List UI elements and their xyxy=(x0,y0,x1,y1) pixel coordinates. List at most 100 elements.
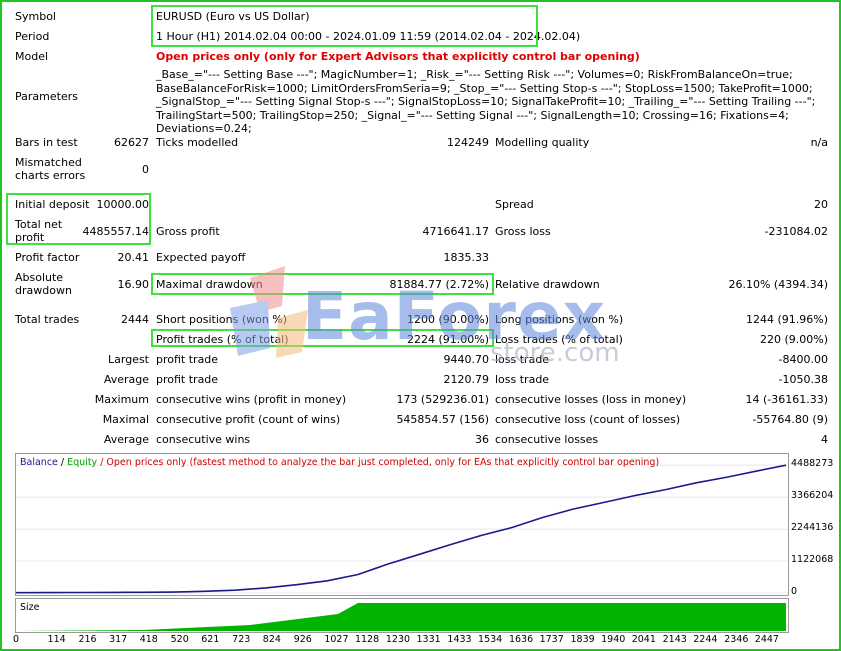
total-net-profit-value: 4485557.14 xyxy=(82,225,149,238)
x-tick-label: 1230 xyxy=(385,634,411,645)
profit-factor-value: 20.41 xyxy=(117,251,150,264)
maximal-consec-loss-label: consecutive loss (count of losses) xyxy=(495,413,681,426)
profit-trades-value: 2224 (91.00%) xyxy=(406,333,489,346)
ticks-modelled-label: Ticks modelled xyxy=(156,136,239,149)
size-plot xyxy=(16,603,786,631)
profit-trades-label: Profit trades (% of total) xyxy=(156,333,289,346)
largest-loss-label: loss trade xyxy=(495,353,550,366)
x-tick-label: 1027 xyxy=(324,634,349,645)
size-chart: Size xyxy=(15,598,789,633)
largest-profit-value: 9440.70 xyxy=(443,353,490,366)
max-consec-wins-value: 173 (529236.01) xyxy=(396,393,489,406)
x-tick-label: 1128 xyxy=(354,634,380,645)
absolute-drawdown-label: drawdown xyxy=(15,284,72,297)
charts-errors-label: charts errors xyxy=(15,169,86,182)
largest-loss-value: -8400.00 xyxy=(778,353,828,366)
initial-deposit-label: Initial deposit xyxy=(15,198,90,211)
maximal-consec-loss-value: -55764.80 (9) xyxy=(752,413,828,426)
modelling-quality-value: n/a xyxy=(810,136,828,149)
symbol-label: Symbol xyxy=(15,10,56,23)
model-value: Open prices only (only for Expert Adviso… xyxy=(156,50,640,63)
x-tick-label: 1839 xyxy=(570,634,595,645)
y-tick-label: 0 xyxy=(791,586,798,597)
balance-plot xyxy=(15,464,788,594)
x-tick-label: 2447 xyxy=(754,634,779,645)
x-tick-label: 621 xyxy=(201,634,220,645)
balance-chart: Balance / Equity / Open prices only (fas… xyxy=(15,453,789,596)
x-tick-label: 1433 xyxy=(447,634,472,645)
spread-label: Spread xyxy=(495,198,534,211)
loss-trades-label: Loss trades (% of total) xyxy=(495,333,623,346)
x-tick-label: 1636 xyxy=(508,634,534,645)
x-tick-label: 520 xyxy=(170,634,189,645)
mismatched-label: Mismatched xyxy=(15,156,82,169)
bars-in-test-label: Bars in test xyxy=(15,136,78,149)
average-label: Average xyxy=(103,373,149,386)
y-tick-label: 2244136 xyxy=(791,522,834,534)
gross-loss-value: -231084.02 xyxy=(764,225,828,238)
y-tick-label: 3366204 xyxy=(791,490,834,502)
x-tick-label: 2143 xyxy=(662,634,687,645)
total-trades-value: 2444 xyxy=(121,313,149,326)
average-loss-label: loss trade xyxy=(495,373,550,386)
long-positions-label: Long positions (won %) xyxy=(495,313,624,326)
largest-label: Largest xyxy=(108,353,149,366)
gross-loss-label: Gross loss xyxy=(495,225,551,238)
max-consec-wins-label: consecutive wins (profit in money) xyxy=(156,393,347,406)
avg-consec-wins-label: consecutive wins xyxy=(156,433,251,446)
avg-consec-wins-value: 36 xyxy=(475,433,489,446)
y-tick-label: 1122068 xyxy=(791,554,834,566)
x-tick-label: 2041 xyxy=(631,634,656,645)
model-label: Model xyxy=(15,50,49,63)
x-tick-label: 1940 xyxy=(601,634,626,645)
size-label: Size xyxy=(20,602,40,613)
spread-value: 20 xyxy=(814,198,828,211)
relative-drawdown-value: 26.10% (4394.34) xyxy=(728,278,828,291)
maximal-drawdown-value: 81884.77 (2.72%) xyxy=(389,278,489,291)
maximal-drawdown-label: Maximal drawdown xyxy=(156,278,263,291)
x-tick-label: 317 xyxy=(109,634,128,645)
y-tick-label: 4488273 xyxy=(791,458,834,470)
short-positions-label: Short positions (won %) xyxy=(156,313,288,326)
bars-in-test-value: 62627 xyxy=(114,136,149,149)
max-consec-losses-value: 14 (-36161.33) xyxy=(745,393,828,406)
legend-balance: Balance xyxy=(20,457,58,468)
size-area xyxy=(16,603,786,631)
gross-profit-label: Gross profit xyxy=(156,225,220,238)
legend-sep: / xyxy=(57,457,68,468)
avg-consec-losses-value: 4 xyxy=(821,433,828,446)
maximal-label: Maximal xyxy=(102,413,149,426)
x-tick-label: 723 xyxy=(232,634,251,645)
period-value: 1 Hour (H1) 2014.02.04 00:00 - 2024.01.0… xyxy=(156,30,581,43)
parameters-value: _Base_="--- Setting Base ---"; MagicNumb… xyxy=(156,68,816,136)
x-tick-label: 926 xyxy=(293,634,312,645)
period-label: Period xyxy=(15,30,50,43)
x-tick-label: 1737 xyxy=(539,634,564,645)
legend-equity: Equity xyxy=(67,457,98,468)
x-tick-label: 216 xyxy=(78,634,97,645)
total-net-label: Total net xyxy=(15,218,63,231)
x-tick-label: 1534 xyxy=(478,634,503,645)
expected-payoff-value: 1835.33 xyxy=(443,251,490,264)
x-tick-label: 114 xyxy=(47,634,66,645)
x-tick-label: 824 xyxy=(262,634,281,645)
short-positions-value: 1200 (90.00%) xyxy=(406,313,489,326)
avg-consec-losses-label: consecutive losses xyxy=(495,433,599,446)
loss-trades-value: 220 (9.00%) xyxy=(759,333,828,346)
largest-profit-label: profit trade xyxy=(156,353,219,366)
legend-rest: / Open prices only (fastest method to an… xyxy=(97,457,660,468)
x-tick-label: 0 xyxy=(13,634,20,645)
modelling-quality-label: Modelling quality xyxy=(495,136,590,149)
ticks-modelled-value: 124249 xyxy=(447,136,489,149)
maximum-label: Maximum xyxy=(94,393,149,406)
expected-payoff-label: Expected payoff xyxy=(156,251,246,264)
average-profit-label: profit trade xyxy=(156,373,219,386)
maximal-consec-profit-label: consecutive profit (count of wins) xyxy=(156,413,341,426)
average-profit-value: 2120.79 xyxy=(443,373,490,386)
total-net-profit-label: profit xyxy=(15,231,45,244)
symbol-value: EURUSD (Euro vs US Dollar) xyxy=(156,10,310,23)
initial-deposit-value: 10000.00 xyxy=(96,198,150,211)
long-positions-value: 1244 (91.96%) xyxy=(745,313,828,326)
mismatched-value: 0 xyxy=(142,163,149,176)
x-tick-label: 2244 xyxy=(693,634,718,645)
